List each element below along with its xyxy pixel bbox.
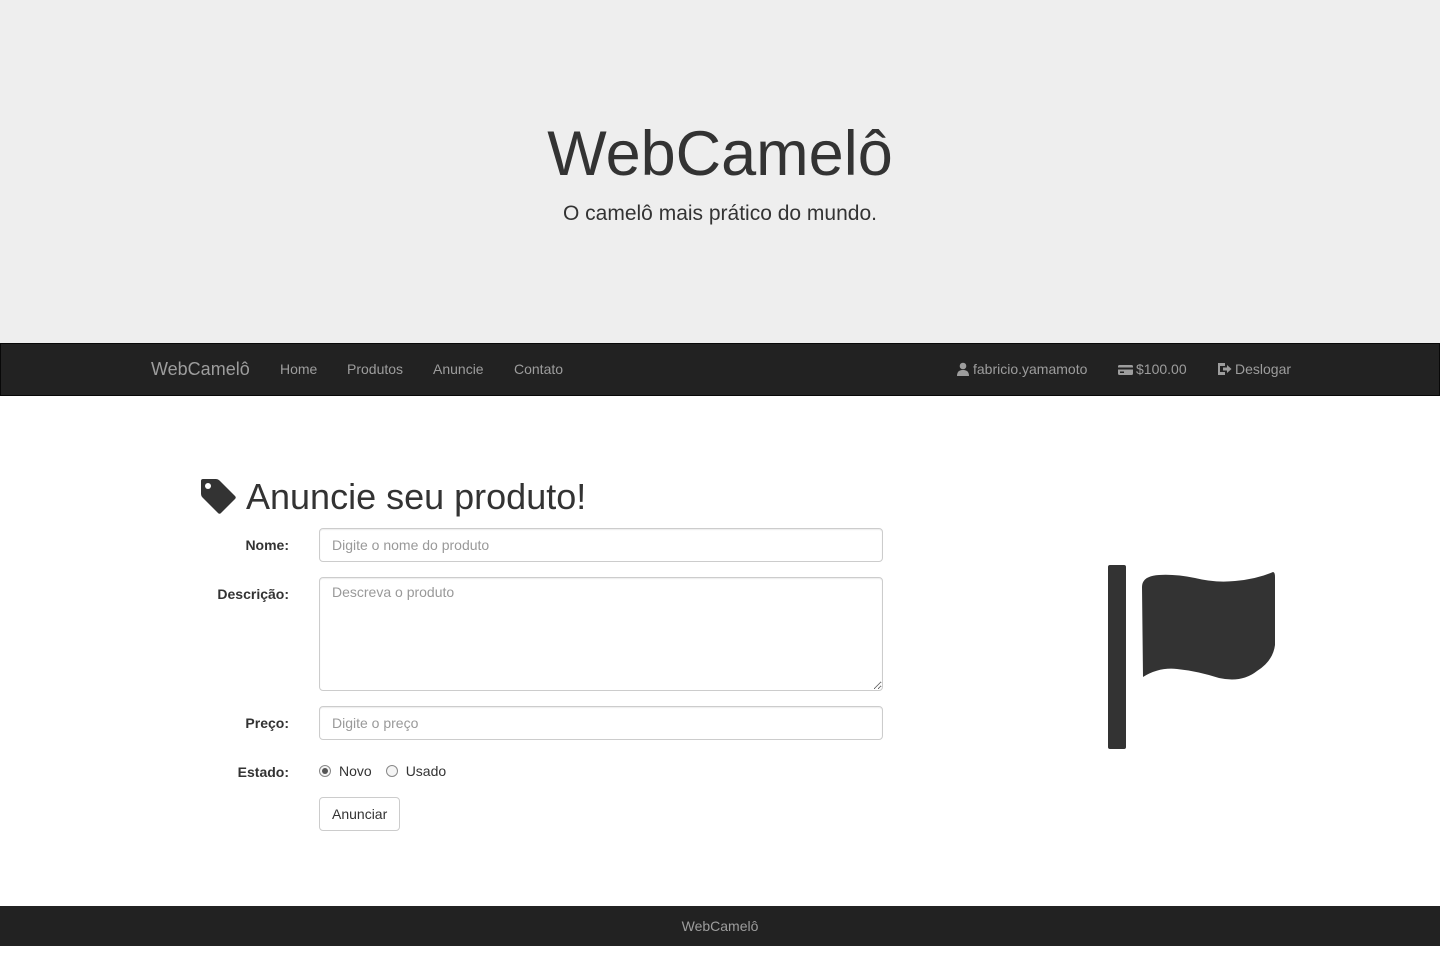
submit-ad-button[interactable]: Anunciar bbox=[319, 797, 401, 831]
description-label: Descrição: bbox=[217, 586, 289, 602]
product-description-textarea[interactable] bbox=[319, 577, 883, 691]
name-label: Nome: bbox=[245, 537, 289, 553]
nav-link-contato[interactable]: Contato bbox=[514, 344, 563, 395]
navbar-brand[interactable]: WebCamelô bbox=[151, 344, 250, 395]
state-radio-group: Novo Usado bbox=[319, 763, 460, 779]
nav-logout-link[interactable]: Deslogar bbox=[1217, 344, 1291, 395]
footer: WebCamelô bbox=[0, 906, 1440, 946]
nav-user-link[interactable]: fabricio.yamamoto bbox=[956, 344, 1087, 395]
nav-balance-label: $100.00 bbox=[1136, 361, 1187, 377]
state-option-usado-label[interactable]: Usado bbox=[406, 763, 446, 779]
nav-balance-link[interactable]: $100.00 bbox=[1118, 344, 1187, 395]
page-heading: Anuncie seu produto! bbox=[199, 474, 586, 520]
hero-title: WebCamelô bbox=[547, 119, 893, 189]
nav-link-produtos[interactable]: Produtos bbox=[347, 344, 403, 395]
tag-icon bbox=[201, 479, 236, 514]
nav-link-home[interactable]: Home bbox=[280, 344, 317, 395]
state-option-novo-label[interactable]: Novo bbox=[339, 763, 372, 779]
page-title: Anuncie seu produto! bbox=[246, 476, 587, 517]
footer-text: WebCamelô bbox=[681, 918, 759, 934]
state-label: Estado: bbox=[237, 764, 289, 780]
nav-logout-label: Deslogar bbox=[1235, 361, 1292, 377]
credit-card-icon bbox=[1118, 365, 1133, 375]
state-radio-novo[interactable] bbox=[319, 765, 331, 777]
log-out-icon bbox=[1218, 363, 1232, 375]
flag-icon bbox=[1108, 565, 1275, 749]
product-name-input[interactable] bbox=[319, 528, 883, 562]
user-icon bbox=[957, 362, 969, 376]
hero-banner: WebCamelô O camelô mais prático do mundo… bbox=[0, 0, 1440, 343]
nav-user-label: fabricio.yamamoto bbox=[973, 361, 1088, 377]
hero-subtitle: O camelô mais prático do mundo. bbox=[563, 202, 877, 225]
state-radio-usado[interactable] bbox=[385, 765, 398, 777]
top-navbar: WebCamelô Home Produtos Anuncie Contato … bbox=[0, 343, 1440, 396]
price-label: Preço: bbox=[245, 715, 289, 731]
product-price-input[interactable] bbox=[319, 706, 883, 740]
nav-link-anuncie[interactable]: Anuncie bbox=[433, 344, 484, 395]
